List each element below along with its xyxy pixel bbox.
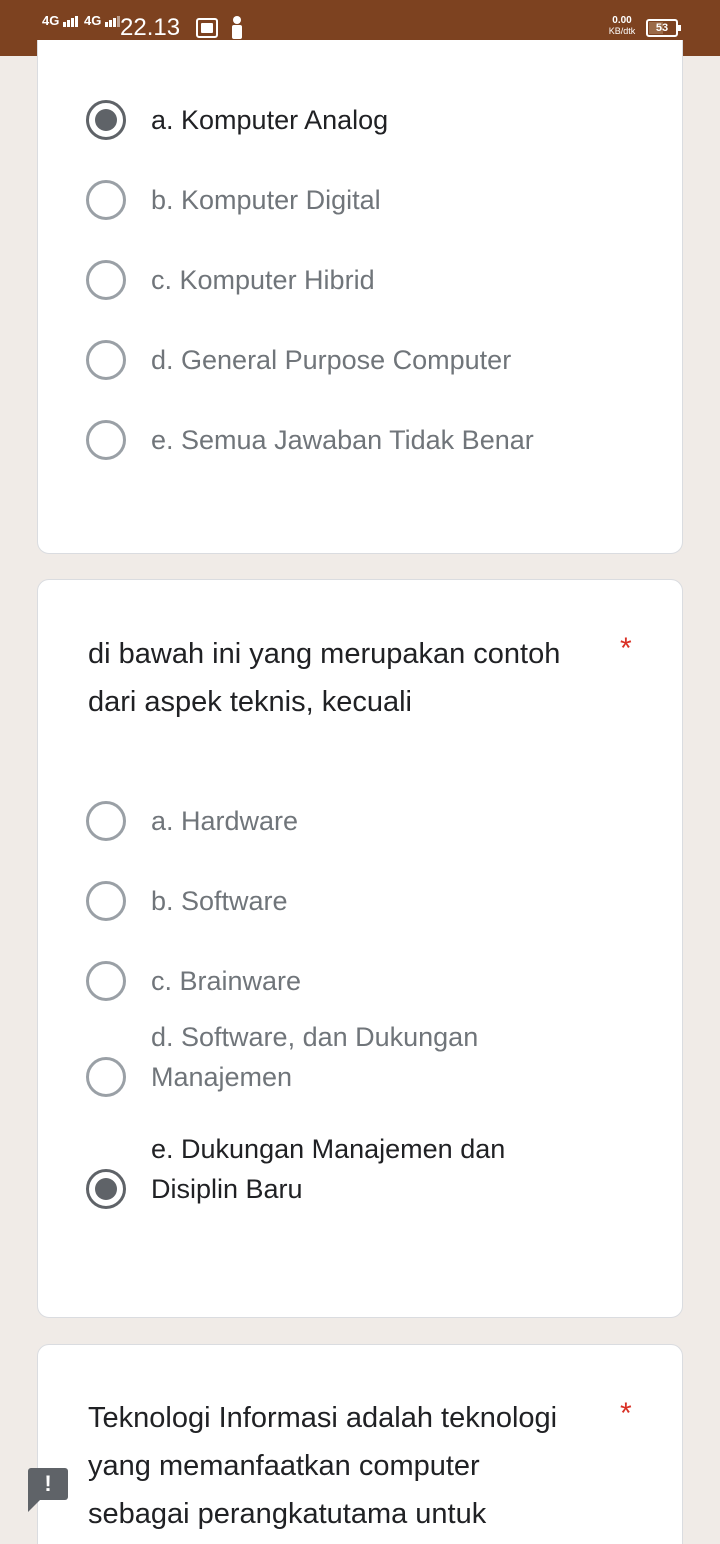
option-label-line: Manajemen (151, 1062, 293, 1092)
signal-icon-sim1: 4G (42, 14, 79, 27)
person-icon (230, 16, 244, 40)
clock: 22.13 (120, 14, 181, 41)
radio-button[interactable] (86, 340, 126, 380)
radio-button[interactable] (86, 881, 126, 921)
option-label: c. Komputer Hibrid (151, 265, 375, 295)
question-card-3: Teknologi Informasi adalah teknologi yan… (37, 1344, 683, 1544)
question-text: di bawah ini yang merupakan contoh dari … (88, 630, 608, 726)
radio-button[interactable] (86, 180, 126, 220)
battery-level: 53 (655, 22, 669, 34)
option-label: b. Komputer Digital (151, 185, 381, 215)
option-label: a. Hardware (151, 806, 299, 836)
question-card-1: a. Komputer Analog b. Komputer Digital c… (37, 40, 683, 554)
option-label: b. Software (151, 886, 288, 916)
radio-button[interactable] (86, 961, 126, 1001)
option-label: d. General Purpose Computer (151, 345, 512, 375)
option-label-line: Disiplin Baru (151, 1174, 303, 1204)
radio-button[interactable] (86, 100, 126, 140)
option-label-line: d. Software, dan Dukungan (151, 1022, 479, 1052)
question-text-line: dari aspek teknis, kecuali (88, 686, 412, 718)
option-label: e. Dukungan Manajemen dan Disiplin Baru (151, 1129, 571, 1209)
radio-button[interactable] (86, 1057, 126, 1097)
notification-app-icon (196, 18, 218, 38)
question-text-line: di bawah ini yang merupakan contoh (88, 638, 561, 670)
question-text-line: sebagai perangkatutama untuk (88, 1498, 487, 1530)
network-speed: 0.00 KB/dtk (604, 15, 640, 37)
network-type-label: 4G (42, 13, 60, 28)
option-label: d. Software, dan Dukungan Manajemen (151, 1017, 571, 1097)
option-label: a. Komputer Analog (151, 105, 389, 135)
required-asterisk: * (620, 632, 632, 665)
question-text: Teknologi Informasi adalah teknologi yan… (88, 1394, 628, 1538)
network-speed-value: 0.00 (612, 15, 632, 26)
radio-button[interactable] (86, 1169, 126, 1209)
question-text-line: Teknologi Informasi adalah teknologi (88, 1402, 558, 1434)
option-label: c. Brainware (151, 966, 302, 996)
question-card-2: di bawah ini yang merupakan contoh dari … (37, 579, 683, 1318)
question-text-line: yang memanfaatkan computer (88, 1450, 480, 1482)
radio-button[interactable] (86, 260, 126, 300)
network-speed-unit: KB/dtk (608, 26, 636, 36)
required-asterisk: * (620, 1397, 632, 1430)
network-type-label: 4G (84, 13, 102, 28)
option-label: e. Semua Jawaban Tidak Benar (151, 425, 534, 455)
radio-button[interactable] (86, 801, 126, 841)
battery-icon: 53 (646, 19, 681, 37)
signal-icon-sim2: 4G (84, 14, 121, 27)
option-label-line: e. Dukungan Manajemen dan (151, 1134, 506, 1164)
alert-icon[interactable]: ! (28, 1468, 68, 1512)
radio-button[interactable] (86, 420, 126, 460)
